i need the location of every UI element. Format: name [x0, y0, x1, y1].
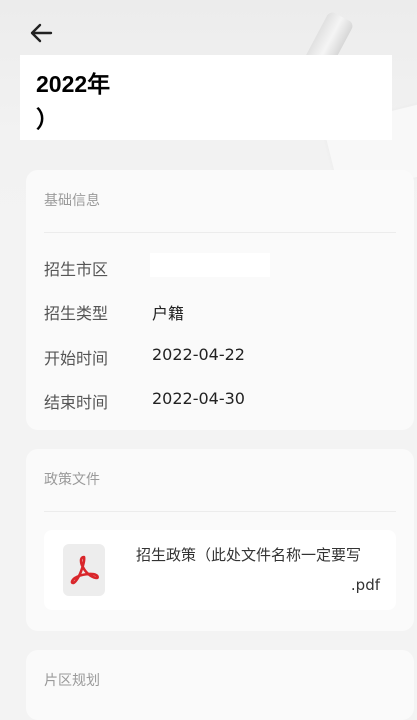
pdf-icon — [63, 544, 105, 596]
pdf-logo — [70, 555, 99, 585]
divider — [44, 232, 396, 233]
policy-file-extension: .pdf — [350, 576, 380, 594]
basic-info-card: 基础信息 招生市区 招生类型 户籍 开始时间 2022-04-22 结束时间 2… — [26, 170, 414, 430]
start-time-value: 2022-04-22 — [152, 345, 245, 364]
basic-info-title: 基础信息 — [44, 193, 100, 209]
policy-title: 政策文件 — [44, 472, 100, 488]
city-label: 招生市区 — [44, 260, 109, 279]
start-time-label: 开始时间 — [44, 349, 109, 368]
policy-file-name: 招生政策（此处文件名称一定要写 — [136, 546, 362, 564]
end-time-label: 结束时间 — [44, 393, 109, 412]
end-time-value: 2022-04-30 — [152, 389, 245, 408]
district-card: 片区规划 — [26, 650, 414, 720]
city-value — [150, 253, 270, 277]
page-title-line1: 2022年 — [36, 71, 111, 97]
type-label: 招生类型 — [44, 304, 109, 323]
arrow-left-icon — [30, 23, 53, 43]
page-title-line2: ） — [36, 106, 59, 132]
policy-file-item[interactable]: 招生政策（此处文件名称一定要写 .pdf — [44, 530, 396, 610]
district-title: 片区规划 — [44, 673, 100, 689]
page-title: 2022年 ） — [20, 55, 392, 140]
type-value: 户籍 — [152, 304, 185, 323]
divider — [44, 511, 396, 512]
policy-card: 政策文件 招生政策（此处文件名称一定要写 .pdf — [26, 449, 414, 631]
back-button[interactable] — [26, 20, 56, 46]
